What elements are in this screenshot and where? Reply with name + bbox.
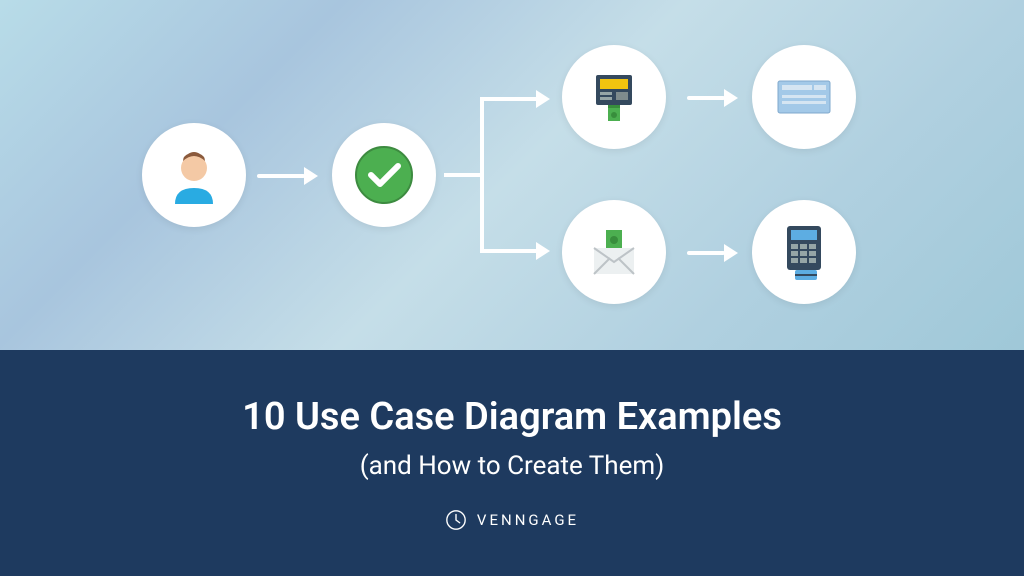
brand-label: VENNGAGE — [477, 511, 579, 529]
envelope-node — [562, 200, 666, 304]
branch-connector — [444, 97, 554, 255]
bank-check-icon — [774, 75, 834, 119]
flow-diagram — [112, 35, 912, 315]
diagram-section — [0, 0, 1024, 350]
page-title: 10 Use Case Diagram Examples — [242, 395, 782, 439]
clock-icon — [445, 509, 467, 531]
arrow-icon — [687, 244, 738, 262]
terminal-node — [752, 200, 856, 304]
atm-node — [562, 45, 666, 149]
page-subtitle: (and How to Create Them) — [360, 451, 665, 481]
check-node — [752, 45, 856, 149]
user-node — [142, 123, 246, 227]
user-icon — [165, 146, 223, 204]
money-envelope-icon — [584, 224, 644, 280]
pos-terminal-icon — [777, 222, 831, 282]
footer-section: 10 Use Case Diagram Examples (and How to… — [0, 350, 1024, 576]
checkmark-icon — [354, 145, 414, 205]
checkmark-node — [332, 123, 436, 227]
arrow-icon — [687, 89, 738, 107]
arrow-icon — [257, 167, 318, 185]
brand-badge: VENNGAGE — [445, 509, 579, 531]
atm-icon — [586, 69, 642, 125]
